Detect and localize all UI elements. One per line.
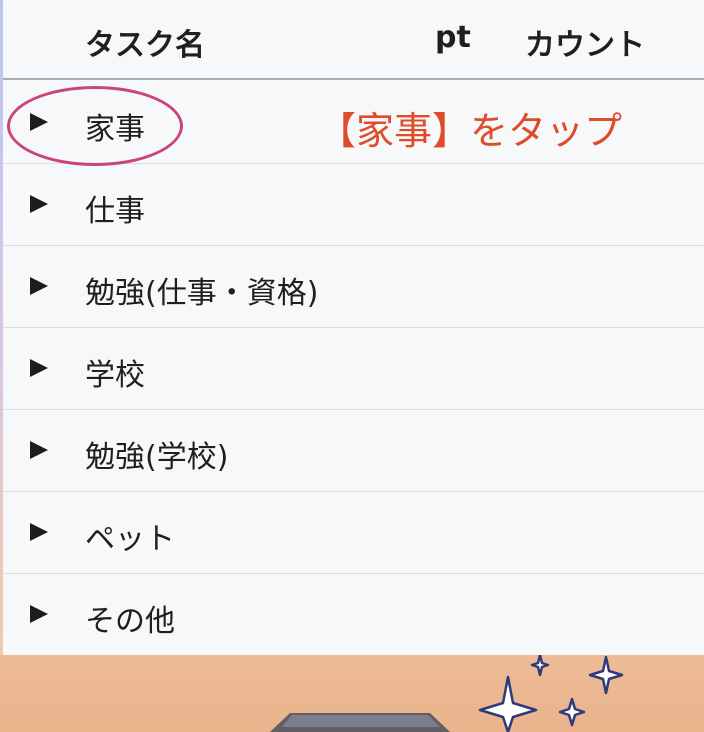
row-label: 学校 [85,358,145,393]
tap-instruction-annotation: 【家事】をタップ [318,109,623,153]
expand-triangle-icon [30,605,48,623]
sparkle-medium-icon [588,655,624,695]
table-row-other[interactable]: その他 [3,574,704,655]
table-header: タスク名 pt カウント [3,0,704,80]
expand-triangle-icon [30,195,48,213]
expand-triangle-icon [30,441,48,459]
sparkle-small-icon [558,697,586,727]
row-label: 勉強(学校) [85,440,229,475]
expand-triangle-icon [30,523,48,541]
row-label: ペット [85,522,175,557]
row-label: 仕事 [85,194,145,229]
row-label: その他 [85,604,175,639]
sparkle-tiny-icon [530,655,550,677]
table-row-work[interactable]: 仕事 [3,164,704,246]
header-task-name: タスク名 [85,28,205,63]
expand-triangle-icon [30,359,48,377]
table-row-study-school[interactable]: 勉強(学校) [3,410,704,492]
table-row-study-work[interactable]: 勉強(仕事・資格) [3,246,704,328]
header-pt: pt [435,20,471,55]
table-row-school[interactable]: 学校 [3,328,704,410]
expand-triangle-icon [30,277,48,295]
box-lid-highlight [282,715,440,727]
row-label: 勉強(仕事・資格) [85,276,319,311]
header-count: カウント [525,28,645,63]
sparkle-decoration [270,655,624,732]
sparkle-large-icon [478,675,538,732]
highlight-circle [7,86,183,166]
table-row-pet[interactable]: ペット [3,492,704,574]
